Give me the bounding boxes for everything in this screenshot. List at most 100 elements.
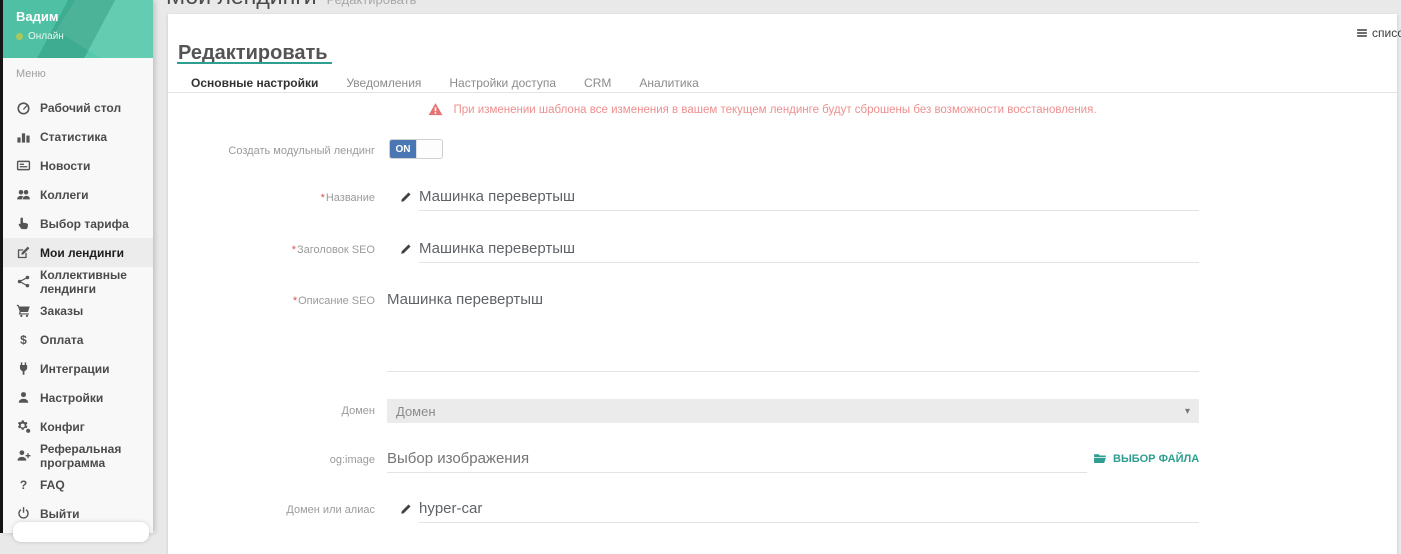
sidebar-menu: Рабочий стол Статистика Новости Коллеги Выбо… xyxy=(3,93,153,528)
dollar-icon: $ xyxy=(16,332,31,347)
pencil-icon xyxy=(399,243,412,256)
tab-access-settings[interactable]: Настройки доступа xyxy=(435,62,570,100)
tab-notifications[interactable]: Уведомления xyxy=(332,62,435,100)
sidebar-item-referral[interactable]: Реферальная программа xyxy=(3,441,153,470)
sidebar-item-label: Статистика xyxy=(40,130,107,144)
sidebar-item-dashboard[interactable]: Рабочий стол xyxy=(3,93,153,122)
hand-pointer-icon xyxy=(16,216,31,231)
edit-card: Редактировать список Основные настройкиУ… xyxy=(168,14,1397,554)
sidebar-item-label: FAQ xyxy=(40,478,65,492)
seo-description-field-row: Машинка перевертыш xyxy=(387,291,1199,372)
sidebar-item-tariff[interactable]: Выбор тарифа xyxy=(3,209,153,238)
share-icon xyxy=(16,274,31,289)
sidebar-item-integrations[interactable]: Интеграции xyxy=(3,354,153,383)
user-name: Вадим xyxy=(16,9,153,24)
domain-select-placeholder: Домен xyxy=(396,404,436,419)
sidebar: Вадим Онлайн Меню Рабочий стол Статистика… xyxy=(3,0,153,533)
warning-icon xyxy=(428,102,443,117)
seo-description-textarea[interactable]: Машинка перевертыш xyxy=(387,291,1199,372)
name-field-row: Машинка перевертыш xyxy=(387,188,1199,211)
sidebar-item-payment[interactable]: $ Оплата xyxy=(3,325,153,354)
online-status-icon xyxy=(16,33,23,40)
power-icon xyxy=(16,506,31,521)
name-input[interactable]: Машинка перевертыш xyxy=(419,188,1199,211)
pencil-icon xyxy=(399,503,412,516)
choose-file-label: ВЫБОР ФАЙЛА xyxy=(1113,453,1199,465)
seo-title-field-row: Машинка перевертыш xyxy=(387,240,1199,263)
sidebar-item-label: Коллективные лендинги xyxy=(40,268,153,296)
og-image-label: og:image xyxy=(168,454,375,466)
pencil-icon xyxy=(399,191,412,204)
gears-icon xyxy=(16,419,31,434)
user-icon xyxy=(16,390,31,405)
tab-crm[interactable]: CRM xyxy=(570,62,625,100)
modular-toggle-label: Создать модульный лендинг xyxy=(168,145,375,157)
plug-icon xyxy=(16,361,31,376)
newspaper-icon xyxy=(16,158,31,173)
sidebar-item-config[interactable]: Конфиг xyxy=(3,412,153,441)
sidebar-item-statistics[interactable]: Статистика xyxy=(3,122,153,151)
user-status: Онлайн xyxy=(16,31,153,42)
og-image-input[interactable]: Выбор изображения xyxy=(387,450,1087,473)
sidebar-item-label: Конфиг xyxy=(40,420,85,434)
sidebar-item-news[interactable]: Новости xyxy=(3,151,153,180)
og-image-field-row: Выбор изображения xyxy=(387,450,1087,473)
sidebar-item-label: Выбор тарифа xyxy=(40,217,129,231)
sidebar-item-label: Интеграции xyxy=(40,362,110,376)
sidebar-item-settings[interactable]: Настройки xyxy=(3,383,153,412)
domain-alias-input[interactable]: hyper-car xyxy=(419,500,1199,523)
sidebar-user-panel: Вадим Онлайн xyxy=(3,0,153,58)
domain-label: Домен xyxy=(168,405,375,417)
folder-icon xyxy=(1093,452,1107,465)
list-view-button[interactable]: список xyxy=(1356,26,1401,40)
choose-file-button[interactable]: ВЫБОР ФАЙЛА xyxy=(1093,452,1199,465)
sidebar-item-colleagues[interactable]: Коллеги xyxy=(3,180,153,209)
sidebar-item-label: Заказы xyxy=(40,304,83,318)
cart-icon xyxy=(16,303,31,318)
sidebar-item-label: Мои лендинги xyxy=(40,246,124,260)
list-view-label: список xyxy=(1372,26,1401,40)
sidebar-item-label: Коллеги xyxy=(40,188,89,202)
modular-toggle[interactable]: ON xyxy=(389,139,443,159)
sidebar-item-collective-landings[interactable]: Коллективные лендинги xyxy=(3,267,153,296)
dashboard-icon xyxy=(16,100,31,115)
edit-icon xyxy=(16,245,31,260)
user-status-label: Онлайн xyxy=(28,31,64,42)
domain-select[interactable]: Домен ▾ xyxy=(387,399,1199,423)
breadcrumb: Редактировать xyxy=(327,0,417,7)
user-plus-icon xyxy=(16,448,31,463)
sidebar-item-faq[interactable]: ? FAQ xyxy=(3,470,153,499)
toggle-off-segment xyxy=(416,140,442,158)
sidebar-item-label: Реферальная программа xyxy=(40,442,153,470)
domain-alias-field-row: hyper-car xyxy=(387,500,1199,523)
users-icon xyxy=(16,187,31,202)
sidebar-footer-card xyxy=(13,522,149,542)
question-icon: ? xyxy=(16,477,31,492)
name-label: Название xyxy=(168,192,375,204)
caret-down-icon: ▾ xyxy=(1185,406,1190,417)
sidebar-item-label: Настройки xyxy=(40,391,103,405)
tabbar-divider xyxy=(168,92,1397,93)
seo-description-label: Описание SEO xyxy=(168,295,375,307)
seo-title-label: Заголовок SEO xyxy=(168,244,375,256)
tab-main-settings[interactable]: Основные настройки xyxy=(177,62,332,100)
tab-analytics[interactable]: Аналитика xyxy=(625,62,712,100)
page-title: Мои лендинги Редактировать xyxy=(166,0,416,8)
seo-title-input[interactable]: Машинка перевертыш xyxy=(419,240,1199,263)
tab-bar: Основные настройкиУведомленияНастройки д… xyxy=(177,62,713,100)
sidebar-item-label: Выйти xyxy=(40,507,80,521)
page-title-text: Мои лендинги xyxy=(166,0,317,9)
domain-alias-label: Домен или алиас xyxy=(168,504,375,516)
toggle-on-segment: ON xyxy=(390,140,416,158)
warning-text: При изменении шаблона все изменения в ва… xyxy=(453,104,1096,116)
sidebar-item-label: Рабочий стол xyxy=(40,101,121,115)
sidebar-item-label: Оплата xyxy=(40,333,83,347)
sidebar-item-label: Новости xyxy=(40,159,90,173)
list-icon xyxy=(1356,27,1368,39)
window-edge xyxy=(0,0,3,533)
sidebar-item-orders[interactable]: Заказы xyxy=(3,296,153,325)
menu-section-label: Меню xyxy=(3,68,153,80)
bar-chart-icon xyxy=(16,129,31,144)
template-warning: При изменении шаблона все изменения в ва… xyxy=(168,102,1357,117)
sidebar-item-my-landings[interactable]: Мои лендинги xyxy=(3,238,153,267)
